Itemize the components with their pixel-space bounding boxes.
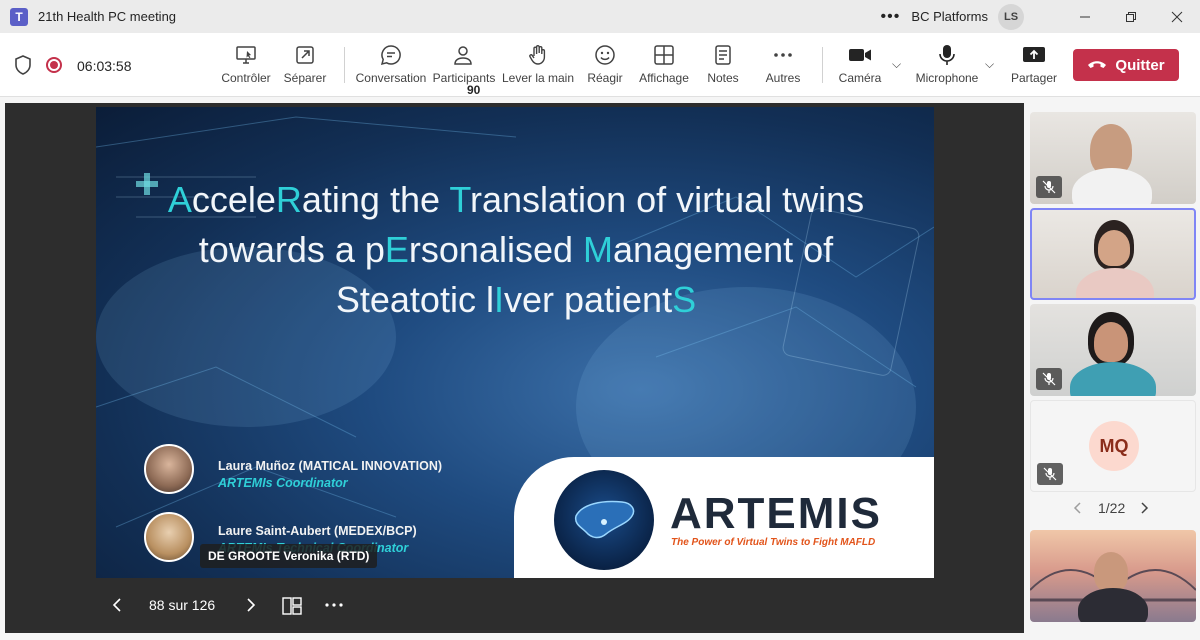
participant-video-tile[interactable] xyxy=(1030,304,1196,396)
participant-video xyxy=(1070,362,1156,396)
gallery-next-icon[interactable] xyxy=(1140,501,1150,518)
speaker-role: ARTEMIs Coordinator xyxy=(218,476,348,490)
people-icon xyxy=(452,41,476,69)
organization-name[interactable]: BC Platforms xyxy=(911,9,988,24)
speaker-photo xyxy=(144,444,194,494)
shared-content-stage: AcceleRating the Translation of virtual … xyxy=(5,103,1024,633)
participants-count: 90 xyxy=(467,83,481,97)
microphone-options-chevron-icon[interactable]: ⌵ xyxy=(985,57,994,72)
video-camera-icon xyxy=(847,41,873,69)
previous-slide-icon[interactable] xyxy=(111,597,123,616)
presenter-name-label: DE GROOTE Veronika (RTD) xyxy=(200,544,378,568)
title-acronym-letter: A xyxy=(167,179,192,220)
title-bar: T 21th Health PC meeting ••• BC Platform… xyxy=(0,0,1200,33)
share-button[interactable]: Partager xyxy=(1010,41,1058,91)
mic-muted-icon xyxy=(1036,176,1062,198)
meeting-toolbar: 06:03:58 Contrôler Séparer Conversation … xyxy=(0,33,1200,97)
microphone-button[interactable]: Microphone xyxy=(914,41,980,91)
teams-logo-icon: T xyxy=(10,7,28,26)
notes-icon xyxy=(712,41,734,69)
participant-video xyxy=(1072,168,1152,204)
title-text: ver patient xyxy=(503,279,673,320)
slide-more-options-icon[interactable] xyxy=(324,597,344,616)
user-avatar[interactable]: LS xyxy=(998,3,1024,30)
control-button[interactable]: Contrôler xyxy=(221,41,271,91)
title-acronym-letter: I xyxy=(493,279,504,320)
participant-video xyxy=(1098,230,1130,266)
hand-icon xyxy=(526,41,550,69)
title-acronym-letter: T xyxy=(449,179,470,220)
meeting-timer: 06:03:58 xyxy=(77,58,132,74)
toolbar-separator xyxy=(822,47,823,83)
monitor-icon xyxy=(234,41,258,69)
participants-button[interactable]: Participants xyxy=(433,41,495,91)
toolbar-separator xyxy=(344,47,345,83)
notes-button[interactable]: Notes xyxy=(703,41,743,91)
title-acronym-letter: E xyxy=(384,229,409,270)
participant-video-tile[interactable] xyxy=(1030,112,1196,204)
speaker-name: Laure Saint-Aubert (MEDEX/BCP) xyxy=(218,524,417,538)
pop-out-button[interactable]: Séparer xyxy=(283,41,327,91)
close-icon[interactable] xyxy=(1154,0,1200,33)
speaker-photo xyxy=(144,512,194,562)
speaker-name: Laura Muñoz (MATICAL INNOVATION) xyxy=(218,459,443,473)
react-button[interactable]: Réagir xyxy=(585,41,625,91)
recording-icon xyxy=(46,57,62,73)
title-text: ating the xyxy=(301,179,450,220)
restore-icon[interactable] xyxy=(1108,0,1154,33)
camera-options-chevron-icon[interactable]: ⌵ xyxy=(892,57,901,72)
emoji-icon xyxy=(593,41,617,69)
hang-up-icon xyxy=(1087,57,1107,74)
microphone-icon xyxy=(936,41,958,69)
slide-thumbnails-icon[interactable] xyxy=(282,597,302,618)
gallery-page-indicator: 1/22 xyxy=(1098,500,1126,516)
mic-muted-icon xyxy=(1037,463,1063,485)
view-button[interactable]: Affichage xyxy=(637,41,691,91)
liver-logo-icon xyxy=(554,470,654,570)
participant-avatar-tile[interactable]: MQ xyxy=(1030,400,1196,492)
title-text: rsonalised xyxy=(408,229,584,270)
participant-video-tile[interactable] xyxy=(1030,530,1196,622)
title-text: ccele xyxy=(191,179,276,220)
participant-video xyxy=(1076,268,1154,298)
more-button[interactable]: Autres xyxy=(762,41,804,91)
title-acronym-letter: S xyxy=(672,279,697,320)
slide-page-indicator: 88 sur 126 xyxy=(149,597,216,613)
artemis-tagline: The Power of Virtual Twins to Fight MAFL… xyxy=(671,537,876,548)
slide-title: AcceleRating the Translation of virtual … xyxy=(156,175,876,325)
grid-icon xyxy=(653,41,675,69)
share-screen-icon xyxy=(1021,41,1047,69)
active-speaker-video-tile[interactable] xyxy=(1030,208,1196,300)
next-slide-icon[interactable] xyxy=(245,597,257,616)
shield-icon[interactable] xyxy=(14,55,32,75)
slide-navigation: 88 sur 126 xyxy=(5,585,1024,629)
gallery-previous-icon[interactable] xyxy=(1072,501,1082,518)
artemis-logo-text: ARTEMIS xyxy=(670,489,882,538)
presentation-slide: AcceleRating the Translation of virtual … xyxy=(96,107,934,578)
participant-initials-avatar: MQ xyxy=(1089,421,1139,471)
minimize-icon[interactable] xyxy=(1062,0,1108,33)
gallery-pager: 1/22 xyxy=(1030,499,1196,519)
conversation-button[interactable]: Conversation xyxy=(356,41,426,91)
camera-button[interactable]: Caméra xyxy=(838,41,882,91)
title-acronym-letter: M xyxy=(583,229,614,270)
participant-video xyxy=(1094,322,1128,362)
meeting-title: 21th Health PC meeting xyxy=(38,9,177,24)
chat-icon xyxy=(379,41,403,69)
mic-muted-icon xyxy=(1036,368,1062,390)
participant-video xyxy=(1094,552,1128,592)
title-acronym-letter: R xyxy=(275,179,302,220)
pop-out-icon xyxy=(294,41,316,69)
more-options-icon[interactable]: ••• xyxy=(875,8,905,26)
raise-hand-button[interactable]: Lever la main xyxy=(502,41,574,91)
ellipsis-icon xyxy=(772,41,794,69)
leave-meeting-button[interactable]: Quitter xyxy=(1073,49,1179,81)
